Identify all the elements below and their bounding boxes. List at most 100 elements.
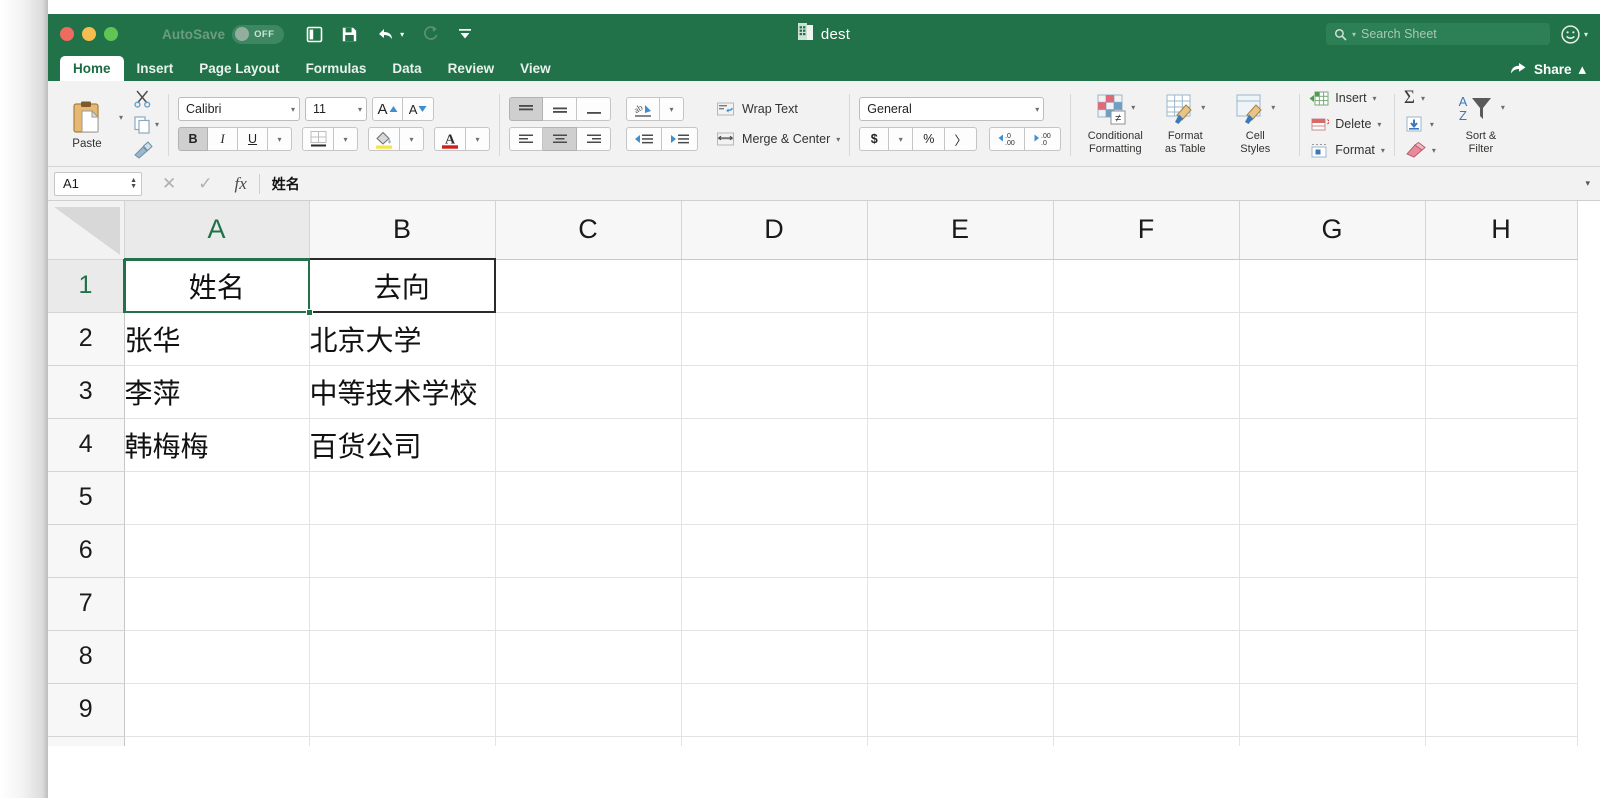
insert-cells-caret[interactable]: ▾ <box>1373 94 1377 103</box>
undo-dropdown-caret[interactable]: ▾ <box>400 30 404 39</box>
cell-h10[interactable] <box>1425 736 1578 746</box>
format-cells-button[interactable]: Format ▾ <box>1309 138 1385 162</box>
paste-dropdown-caret[interactable]: ▾ <box>119 113 123 122</box>
cell-a1[interactable]: 姓名 <box>124 259 310 313</box>
underline-button[interactable]: U <box>238 127 269 151</box>
font-family-caret[interactable]: ▾ <box>291 105 295 114</box>
format-as-table-caret[interactable]: ▾ <box>1201 103 1205 112</box>
increase-font-size-button[interactable]: A <box>372 97 404 121</box>
cell-f2[interactable] <box>1053 312 1240 366</box>
cell-c3[interactable] <box>495 365 682 419</box>
cell-e6[interactable] <box>867 524 1054 578</box>
tab-formulas[interactable]: Formulas <box>293 56 380 81</box>
cell-f1[interactable] <box>1053 259 1240 313</box>
tab-page-layout[interactable]: Page Layout <box>186 56 292 81</box>
cell-e4[interactable] <box>867 418 1054 472</box>
cell-f5[interactable] <box>1053 471 1240 525</box>
formula-bar-input[interactable]: 姓名 <box>272 174 300 194</box>
decrease-font-size-button[interactable]: A <box>403 97 435 121</box>
cell-e2[interactable] <box>867 312 1054 366</box>
undo-icon[interactable]: ▾ <box>376 27 404 42</box>
column-header-a[interactable]: A <box>124 201 310 260</box>
cell-g3[interactable] <box>1239 365 1426 419</box>
cell-c1[interactable] <box>495 259 682 313</box>
smiley-dropdown-caret[interactable]: ▾ <box>1584 30 1588 39</box>
cell-c5[interactable] <box>495 471 682 525</box>
cell-c10[interactable] <box>495 736 682 746</box>
align-bottom-button[interactable] <box>577 97 612 121</box>
search-input[interactable]: ▾ Search Sheet <box>1325 23 1550 45</box>
align-left-button[interactable] <box>509 127 544 151</box>
cell-c7[interactable] <box>495 577 682 631</box>
cell-e10[interactable] <box>867 736 1054 746</box>
bold-button[interactable]: B <box>178 127 209 151</box>
cell-f8[interactable] <box>1053 630 1240 684</box>
cut-button[interactable] <box>133 87 159 109</box>
autosave-toggle[interactable]: OFF <box>232 24 285 44</box>
cell-a10[interactable] <box>124 736 310 746</box>
fill-caret[interactable]: ▾ <box>1430 120 1434 129</box>
confirm-check-icon[interactable]: ✓ <box>198 174 212 194</box>
row-header-1[interactable]: 1 <box>48 259 125 313</box>
cell-g2[interactable] <box>1239 312 1426 366</box>
cell-f6[interactable] <box>1053 524 1240 578</box>
cell-b4[interactable]: 百货公司 <box>309 418 496 472</box>
cell-a7[interactable] <box>124 577 310 631</box>
row-header-5[interactable]: 5 <box>48 471 125 525</box>
row-header-2[interactable]: 2 <box>48 312 125 366</box>
underline-dropdown-caret[interactable]: ▾ <box>268 127 293 151</box>
cell-a4[interactable]: 韩梅梅 <box>124 418 310 472</box>
copy-dropdown-caret[interactable]: ▾ <box>155 120 159 129</box>
chevron-up-icon[interactable]: ▴ <box>1578 60 1586 78</box>
cancel-x-icon[interactable]: ✕ <box>162 174 176 194</box>
name-box[interactable]: A1 ▲ ▼ <box>54 171 142 196</box>
cell-g1[interactable] <box>1239 259 1426 313</box>
fill-handle[interactable] <box>306 309 313 316</box>
sort-filter-button[interactable]: A Z ▾ Sort & Filter <box>1446 93 1516 155</box>
share-button-label[interactable]: Share <box>1534 62 1572 77</box>
autosum-caret[interactable]: ▾ <box>1421 94 1425 103</box>
fill-button[interactable]: ▾ <box>1404 112 1436 136</box>
paste-button[interactable]: Paste <box>57 99 117 150</box>
zoom-window-button[interactable] <box>104 27 118 41</box>
cell-c9[interactable] <box>495 683 682 737</box>
number-format-select[interactable]: General ▾ <box>859 97 1045 121</box>
cell-g4[interactable] <box>1239 418 1426 472</box>
borders-dropdown-caret[interactable]: ▾ <box>334 127 359 151</box>
cell-c2[interactable] <box>495 312 682 366</box>
cell-b8[interactable] <box>309 630 496 684</box>
cell-b2[interactable]: 北京大学 <box>309 312 496 366</box>
align-right-button[interactable] <box>577 127 612 151</box>
cell-h3[interactable] <box>1425 365 1578 419</box>
column-header-h[interactable]: H <box>1425 201 1578 260</box>
tab-view[interactable]: View <box>507 56 564 81</box>
row-header-10[interactable]: 10 <box>48 736 125 746</box>
currency-dropdown-caret[interactable]: ▾ <box>889 127 914 151</box>
cell-h6[interactable] <box>1425 524 1578 578</box>
cell-b5[interactable] <box>309 471 496 525</box>
fill-color-button[interactable] <box>368 127 401 151</box>
cell-b6[interactable] <box>309 524 496 578</box>
cell-f10[interactable] <box>1053 736 1240 746</box>
delete-cells-caret[interactable]: ▾ <box>1377 120 1381 129</box>
cell-d9[interactable] <box>681 683 868 737</box>
format-painter-button[interactable] <box>133 139 159 161</box>
column-header-c[interactable]: C <box>495 201 682 260</box>
cell-b1[interactable]: 去向 <box>309 258 496 313</box>
tab-insert[interactable]: Insert <box>124 56 187 81</box>
cell-d4[interactable] <box>681 418 868 472</box>
increase-indent-button[interactable] <box>662 127 699 151</box>
cell-h5[interactable] <box>1425 471 1578 525</box>
cell-b7[interactable] <box>309 577 496 631</box>
column-header-f[interactable]: F <box>1053 201 1240 260</box>
font-color-button[interactable]: A <box>434 127 467 151</box>
align-top-button[interactable] <box>509 97 544 121</box>
font-size-select[interactable]: 11 ▾ <box>305 97 368 121</box>
cell-g9[interactable] <box>1239 683 1426 737</box>
font-size-caret[interactable]: ▾ <box>358 105 362 114</box>
new-sheet-icon[interactable] <box>306 26 323 43</box>
column-header-g[interactable]: G <box>1239 201 1426 260</box>
cell-b3[interactable]: 中等技术学校 <box>309 365 496 419</box>
name-box-stepper[interactable]: ▲ ▼ <box>130 177 137 190</box>
cell-d6[interactable] <box>681 524 868 578</box>
